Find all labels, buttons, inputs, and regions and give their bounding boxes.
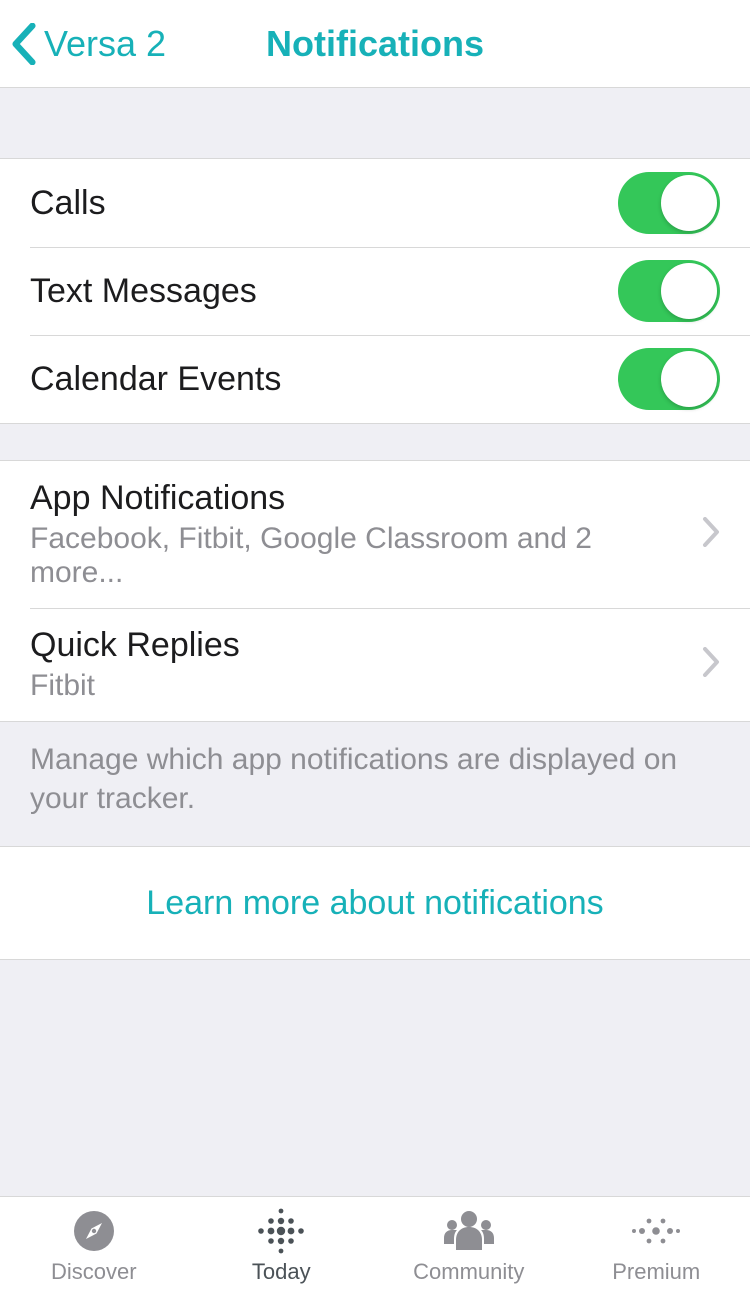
row-label: Calls: [30, 184, 618, 223]
section-gap: [0, 88, 750, 158]
toggle-calls[interactable]: [618, 172, 720, 234]
header: Versa 2 Notifications: [0, 0, 750, 88]
tab-label: Premium: [612, 1259, 700, 1285]
nav-group: App Notifications Facebook, Fitbit, Goog…: [0, 460, 750, 722]
toggle-text-messages[interactable]: [618, 260, 720, 322]
row-subtitle: Fitbit: [30, 669, 690, 703]
learn-more-link: Learn more about notifications: [146, 884, 603, 923]
back-button[interactable]: Versa 2: [10, 0, 166, 87]
row-calendar-events: Calendar Events: [0, 335, 750, 423]
premium-icon: [630, 1207, 682, 1255]
tab-today[interactable]: Today: [188, 1197, 376, 1294]
toggle-group: Calls Text Messages Calendar Events: [0, 158, 750, 424]
chevron-right-icon: [702, 647, 720, 682]
row-label: Calendar Events: [30, 360, 618, 399]
chevron-right-icon: [702, 517, 720, 552]
tab-premium[interactable]: Premium: [563, 1197, 750, 1294]
section-footer: Manage which app notifications are displ…: [0, 722, 750, 846]
back-label: Versa 2: [44, 23, 166, 65]
row-subtitle: Facebook, Fitbit, Google Classroom and 2…: [30, 522, 690, 590]
row-app-notifications[interactable]: App Notifications Facebook, Fitbit, Goog…: [0, 461, 750, 608]
row-label: Text Messages: [30, 272, 618, 311]
row-text-messages: Text Messages: [0, 247, 750, 335]
row-calls: Calls: [0, 159, 750, 247]
row-title: App Notifications: [30, 479, 690, 518]
tab-discover[interactable]: Discover: [0, 1197, 188, 1294]
compass-icon: [72, 1207, 116, 1255]
row-quick-replies[interactable]: Quick Replies Fitbit: [0, 608, 750, 721]
tab-label: Today: [252, 1259, 311, 1285]
row-title: Quick Replies: [30, 626, 690, 665]
page-title: Notifications: [266, 23, 484, 65]
toggle-calendar-events[interactable]: [618, 348, 720, 410]
learn-more-row[interactable]: Learn more about notifications: [0, 846, 750, 960]
community-icon: [441, 1207, 497, 1255]
tab-label: Discover: [51, 1259, 137, 1285]
section-gap: [0, 424, 750, 460]
tab-community[interactable]: Community: [375, 1197, 563, 1294]
tab-bar: Discover Today Community: [0, 1196, 750, 1294]
fitbit-dots-icon: [255, 1207, 307, 1255]
tab-label: Community: [413, 1259, 524, 1285]
chevron-left-icon: [10, 23, 38, 65]
